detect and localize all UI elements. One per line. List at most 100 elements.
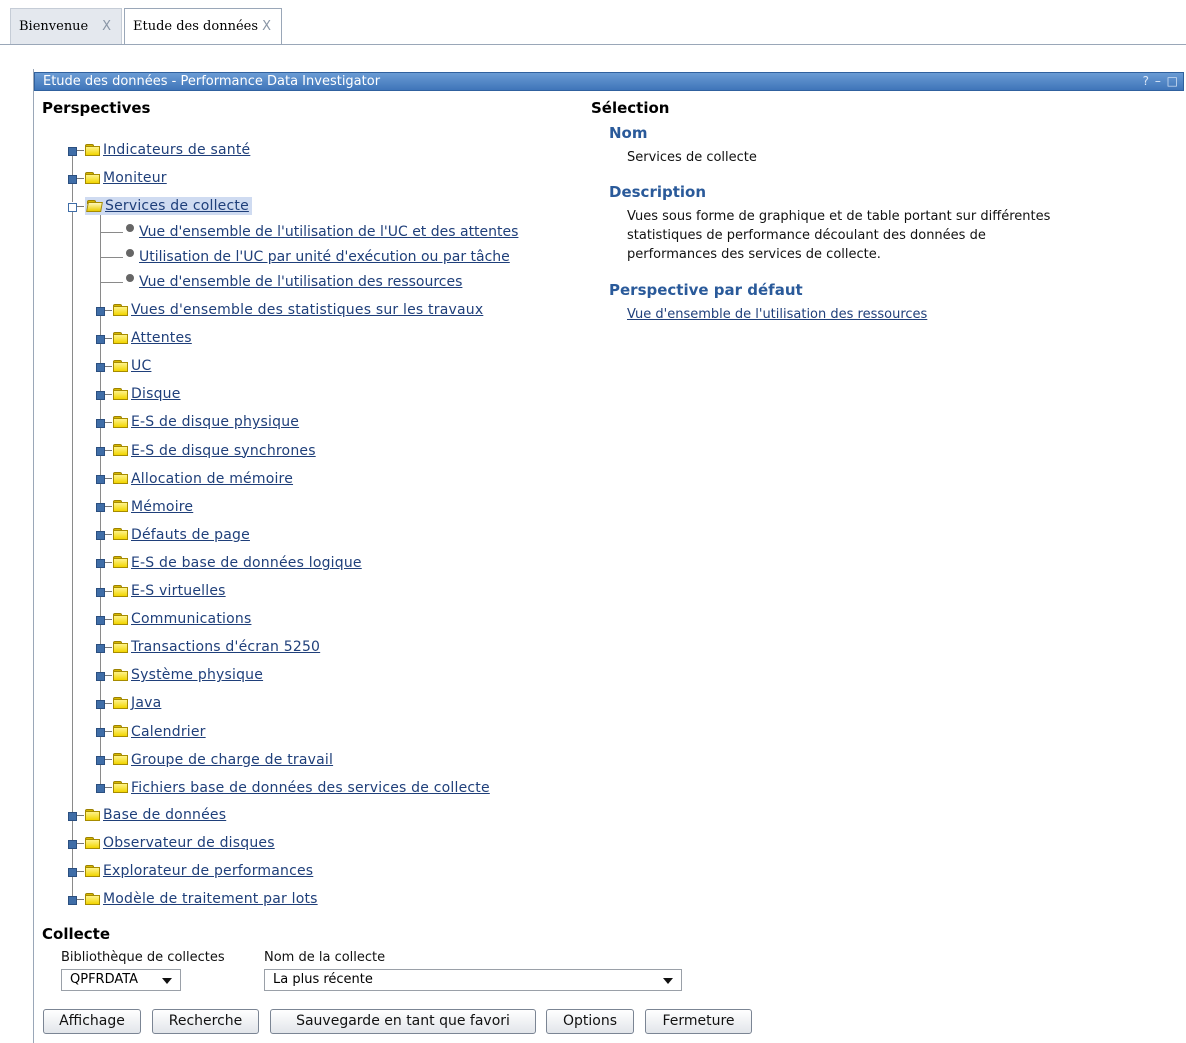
tree-view-item[interactable]: Utilisation de l'UC par unité d'exécutio… bbox=[101, 247, 510, 267]
tree-item-label[interactable]: E-S de base de données logique bbox=[131, 555, 362, 571]
tree-item[interactable]: E-S de disque physique bbox=[96, 412, 299, 432]
expand-icon[interactable] bbox=[96, 586, 112, 597]
folder-icon bbox=[85, 171, 101, 185]
tree-item[interactable]: Java bbox=[96, 693, 161, 713]
tree-item[interactable]: Défauts de page bbox=[96, 525, 250, 545]
expand-icon[interactable] bbox=[96, 670, 112, 681]
close-tab-icon[interactable]: X bbox=[262, 19, 271, 34]
tree-item[interactable]: Fichiers base de données des services de… bbox=[96, 778, 490, 798]
collapse-icon[interactable] bbox=[68, 201, 84, 212]
tree-item-label[interactable]: E-S virtuelles bbox=[131, 583, 226, 599]
expand-icon[interactable] bbox=[96, 614, 112, 625]
expand-icon[interactable] bbox=[68, 173, 84, 184]
window-controls-icon[interactable]: ? – □ bbox=[1143, 73, 1179, 90]
tree-item-indicateurs-de-sante[interactable]: Indicateurs de santé bbox=[68, 140, 250, 160]
tree-item-label[interactable]: Système physique bbox=[131, 667, 263, 683]
expand-icon[interactable] bbox=[96, 361, 112, 372]
expand-icon[interactable] bbox=[96, 501, 112, 513]
tree-item[interactable]: E-S de disque synchrones bbox=[96, 441, 316, 461]
expand-icon[interactable] bbox=[96, 642, 112, 653]
expand-icon[interactable] bbox=[96, 389, 112, 400]
expand-icon[interactable] bbox=[96, 333, 112, 344]
tree-item-label[interactable]: Modèle de traitement par lots bbox=[103, 891, 318, 907]
save-favorite-button[interactable]: Sauvegarde en tant que favori bbox=[270, 1009, 536, 1034]
search-button[interactable]: Recherche bbox=[152, 1009, 259, 1034]
expand-icon[interactable] bbox=[96, 726, 112, 737]
expand-icon[interactable] bbox=[68, 838, 84, 849]
library-label: Bibliothèque de collectes bbox=[61, 950, 225, 965]
tree-view-item[interactable]: Vue d'ensemble de l'utilisation des ress… bbox=[101, 272, 462, 292]
tree-item-label[interactable]: Observateur de disques bbox=[103, 835, 275, 851]
tab-etude-des-donnees[interactable]: Etude des données X bbox=[124, 8, 282, 45]
tree-item-label[interactable]: Attentes bbox=[131, 330, 192, 346]
tree-item-label[interactable]: Services de collecte bbox=[105, 198, 249, 214]
tree-item-label[interactable]: Allocation de mémoire bbox=[131, 471, 293, 487]
tree-item-label[interactable]: Fichiers base de données des services de… bbox=[131, 780, 490, 796]
tree-item[interactable]: Vues d'ensemble des statistiques sur les… bbox=[96, 300, 483, 320]
expand-icon[interactable] bbox=[96, 417, 112, 428]
tree-item-label[interactable]: Défauts de page bbox=[131, 527, 250, 543]
tree-view-item[interactable]: Vue d'ensemble de l'utilisation de l'UC … bbox=[101, 222, 518, 242]
expand-icon[interactable] bbox=[96, 557, 112, 569]
tree-item[interactable]: Disque bbox=[96, 384, 181, 404]
expand-icon[interactable] bbox=[96, 698, 112, 709]
tree-view-label[interactable]: Vue d'ensemble de l'utilisation de l'UC … bbox=[139, 224, 518, 240]
expand-icon[interactable] bbox=[96, 305, 112, 316]
tree-item-moniteur[interactable]: Moniteur bbox=[68, 168, 167, 188]
tree-item-label[interactable]: Communications bbox=[131, 611, 251, 627]
tree-item-label[interactable]: E-S de disque physique bbox=[131, 414, 299, 430]
library-select-value: QPFRDATA bbox=[70, 972, 139, 987]
tree-item-label[interactable]: Transactions d'écran 5250 bbox=[131, 639, 320, 655]
folder-icon bbox=[113, 528, 129, 541]
tree-item-label[interactable]: Moniteur bbox=[103, 170, 167, 186]
options-button[interactable]: Options bbox=[546, 1009, 634, 1034]
tree-item[interactable]: Explorateur de performances bbox=[68, 861, 313, 881]
tree-item-label[interactable]: Explorateur de performances bbox=[103, 863, 313, 879]
tree-item-label[interactable]: Vues d'ensemble des statistiques sur les… bbox=[131, 302, 483, 318]
tree-item[interactable]: Base de données bbox=[68, 805, 226, 825]
tree-item[interactable]: Communications bbox=[96, 609, 251, 629]
tree-item[interactable]: UC bbox=[96, 356, 151, 376]
expand-icon[interactable] bbox=[96, 754, 112, 766]
tree-item[interactable]: Modèle de traitement par lots bbox=[68, 889, 318, 909]
tree-item-label[interactable]: Calendrier bbox=[131, 724, 206, 740]
tree-item[interactable]: Calendrier bbox=[96, 722, 206, 742]
expand-icon[interactable] bbox=[96, 445, 112, 456]
expand-icon[interactable] bbox=[68, 145, 84, 156]
tree-item[interactable]: Mémoire bbox=[96, 497, 193, 517]
default-perspective-link[interactable]: Vue d'ensemble de l'utilisation des ress… bbox=[627, 307, 927, 322]
display-button[interactable]: Affichage bbox=[43, 1009, 141, 1034]
expand-icon[interactable] bbox=[96, 473, 112, 485]
tab-bienvenue[interactable]: Bienvenue X bbox=[10, 8, 122, 44]
close-button[interactable]: Fermeture bbox=[645, 1009, 752, 1034]
tree-view-label[interactable]: Utilisation de l'UC par unité d'exécutio… bbox=[139, 249, 510, 265]
tree-item-label[interactable]: Java bbox=[131, 695, 161, 711]
library-select[interactable]: QPFRDATA bbox=[61, 969, 181, 991]
tree-item[interactable]: Observateur de disques bbox=[68, 833, 275, 853]
tree-item-label[interactable]: Groupe de charge de travail bbox=[131, 752, 333, 768]
tree-item-label[interactable]: Mémoire bbox=[131, 499, 193, 515]
description-label: Description bbox=[609, 183, 707, 201]
expand-icon[interactable] bbox=[68, 894, 84, 905]
tree-item-label[interactable]: Base de données bbox=[103, 807, 226, 823]
tree-view-label[interactable]: Vue d'ensemble de l'utilisation des ress… bbox=[139, 274, 462, 290]
tree-item-label[interactable]: UC bbox=[131, 358, 151, 374]
tree-item[interactable]: Attentes bbox=[96, 328, 192, 348]
expand-icon[interactable] bbox=[96, 529, 112, 541]
tree-item[interactable]: E-S virtuelles bbox=[96, 581, 226, 601]
tree-item[interactable]: Allocation de mémoire bbox=[96, 469, 293, 489]
tree-item-label[interactable]: Disque bbox=[131, 386, 181, 402]
tree-item-label[interactable]: Indicateurs de santé bbox=[103, 142, 250, 158]
tree-item[interactable]: E-S de base de données logique bbox=[96, 553, 362, 573]
tree-item[interactable]: Transactions d'écran 5250 bbox=[96, 637, 320, 657]
collection-name-select[interactable]: La plus récente bbox=[264, 969, 682, 991]
expand-icon[interactable] bbox=[96, 782, 112, 794]
tree-item[interactable]: Groupe de charge de travail bbox=[96, 750, 333, 770]
name-label: Nom bbox=[609, 124, 648, 142]
expand-icon[interactable] bbox=[68, 866, 84, 877]
expand-icon[interactable] bbox=[68, 810, 84, 821]
tree-item[interactable]: Système physique bbox=[96, 665, 263, 685]
close-tab-icon[interactable]: X bbox=[102, 19, 111, 34]
tree-item-label[interactable]: E-S de disque synchrones bbox=[131, 443, 316, 459]
tree-item-services-de-collecte[interactable]: Services de collecte bbox=[68, 196, 252, 216]
